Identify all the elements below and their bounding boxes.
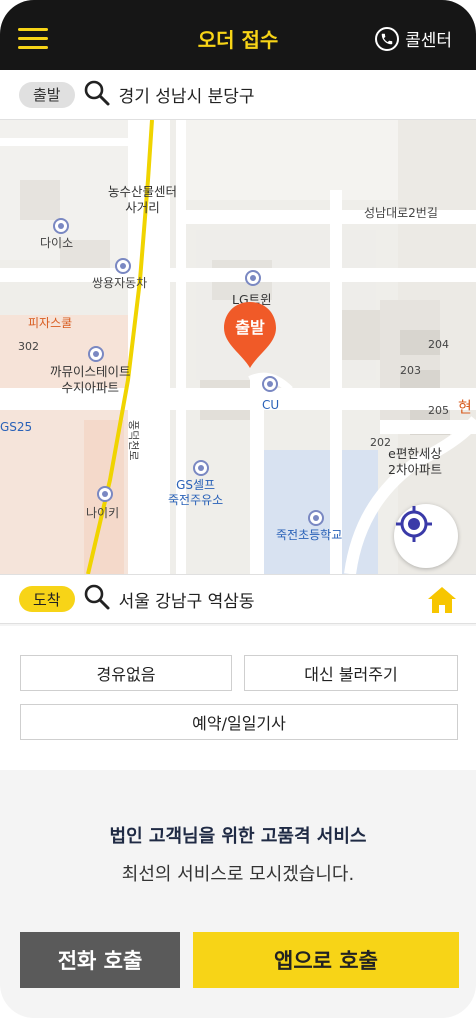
poi-icon[interactable]	[193, 460, 209, 476]
hamburger-icon[interactable]	[18, 28, 48, 50]
arrival-tag: 도착	[19, 586, 75, 612]
current-location-button[interactable]	[394, 504, 458, 568]
poi-icon[interactable]	[97, 486, 113, 502]
promo-section: 법인 고객님을 위한 고품격 서비스 최선의 서비스로 모시겠습니다.	[0, 822, 476, 886]
poi-icon[interactable]	[245, 270, 261, 286]
promo-subtitle: 최선의 서비스로 모시겠습니다.	[121, 864, 355, 885]
poi-icon[interactable]	[115, 258, 131, 274]
poi-icon[interactable]	[308, 510, 324, 526]
no-fuel-option-button[interactable]: 경유없음	[20, 655, 232, 691]
promo-title: 법인 고객님을 위한 고품격 서비스	[109, 826, 367, 847]
departure-bar[interactable]: 출발 경기 성남시 분당구	[0, 70, 476, 120]
app-call-button[interactable]: 앱으로 호출	[193, 932, 459, 988]
arrival-bar[interactable]: 도착 서울 강남구 역삼동	[0, 574, 476, 624]
options-panel: 경유없음 대신 불러주기 예약/일일기사	[0, 626, 476, 770]
search-icon	[83, 583, 111, 615]
reservation-option-button[interactable]: 예약/일일기사	[20, 704, 458, 740]
departure-tag: 출발	[19, 81, 75, 108]
departure-address-input[interactable]: 경기 성남시 분당구	[119, 82, 255, 107]
proxy-call-option-button[interactable]: 대신 불러주기	[244, 655, 458, 691]
poi-icon[interactable]	[53, 218, 69, 234]
map-view[interactable]: 농수산물센터 사거리 다이소 쌍용자동차 피자스쿨 302 까뮤이스테이트 수지…	[0, 120, 476, 574]
poi-icon[interactable]	[262, 376, 278, 392]
home-icon[interactable]	[426, 585, 458, 619]
call-center-button[interactable]: 콜센터	[375, 26, 452, 51]
departure-marker[interactable]: 출발	[220, 300, 280, 370]
app-screen: 오더 접수 콜센터 출발 경기 성남시 분당구 농수산물센터 사거리 다이소 쌍…	[0, 0, 476, 1018]
phone-icon	[375, 26, 400, 51]
crosshair-icon	[396, 506, 432, 542]
search-icon	[83, 79, 111, 111]
phone-call-button[interactable]: 전화 호출	[20, 932, 180, 988]
marker-label: 출발	[235, 318, 265, 337]
call-center-label: 콜센터	[405, 31, 452, 51]
poi-icon[interactable]	[88, 346, 104, 362]
arrival-address-input[interactable]: 서울 강남구 역삼동	[119, 587, 255, 612]
top-header: 오더 접수 콜센터	[0, 0, 476, 70]
